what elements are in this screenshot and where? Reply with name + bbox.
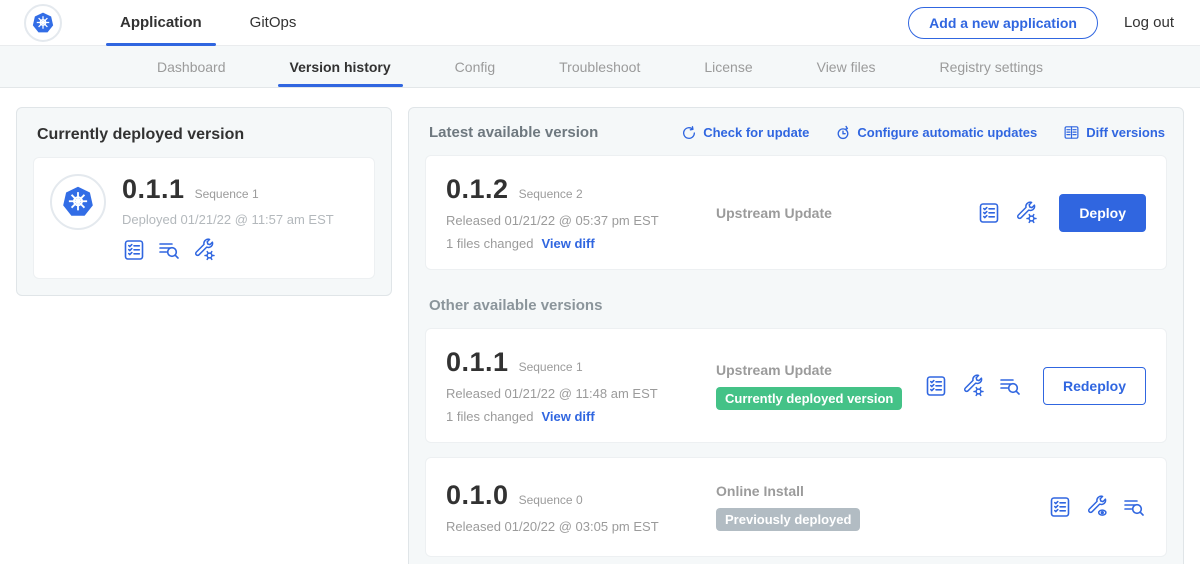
sequence-label: Sequence 0 — [519, 493, 583, 507]
currently-deployed-title: Currently deployed version — [33, 122, 375, 144]
add-application-button[interactable]: Add a new application — [908, 7, 1098, 39]
redeploy-button[interactable]: Redeploy — [1043, 367, 1146, 405]
view-diff-link[interactable]: View diff — [541, 409, 594, 424]
view-config-wrench-eye-icon[interactable] — [1085, 495, 1109, 519]
version-source: Upstream Update Currently deployed versi… — [708, 362, 924, 410]
preflight-checklist-icon[interactable] — [122, 238, 146, 262]
latest-version-title: Latest available version — [429, 124, 598, 141]
sequence-label: Sequence 2 — [519, 187, 583, 201]
kubernetes-wheel-icon — [59, 183, 97, 221]
config-wrench-gear-icon[interactable] — [1014, 201, 1038, 225]
version-card-0-1-1: 0.1.1 Sequence 1 Released 01/21/22 @ 11:… — [425, 328, 1167, 443]
deployed-timestamp: Deployed 01/21/22 @ 11:57 am EST — [122, 212, 334, 227]
version-history-panel: Latest available version Check for updat… — [408, 107, 1184, 564]
source-label: Upstream Update — [716, 205, 977, 221]
subnav-license-label: License — [704, 59, 752, 75]
subnav-version-history[interactable]: Version history — [284, 46, 397, 87]
version-actions: Redeploy — [924, 367, 1146, 405]
subnav-version-history-label: Version history — [290, 59, 391, 75]
configure-automatic-updates-link[interactable]: Configure automatic updates — [835, 125, 1037, 141]
version-info: 0.1.1 Sequence 1 Released 01/21/22 @ 11:… — [446, 347, 708, 424]
subnav-dashboard[interactable]: Dashboard — [151, 46, 232, 87]
tab-application-label: Application — [120, 14, 202, 31]
preflight-checklist-icon[interactable] — [977, 201, 1001, 225]
subnav-dashboard-label: Dashboard — [157, 59, 226, 75]
deploy-logs-icon[interactable] — [1122, 495, 1146, 519]
released-timestamp: Released 01/21/22 @ 11:48 am EST — [446, 386, 708, 401]
main-content: Currently deployed version — [0, 88, 1200, 564]
version-info: 0.1.0 Sequence 0 Released 01/20/22 @ 03:… — [446, 480, 708, 534]
page: Application GitOps Add a new application… — [0, 0, 1200, 564]
config-wrench-gear-icon[interactable] — [961, 374, 985, 398]
diff-versions-label: Diff versions — [1086, 125, 1165, 140]
files-changed-label: 1 files changed — [446, 236, 533, 251]
deploy-logs-icon[interactable] — [157, 238, 181, 262]
deployed-version-number: 0.1.1 — [122, 174, 185, 205]
subnav-config[interactable]: Config — [449, 46, 501, 87]
version-actions — [1048, 495, 1146, 519]
app-header: Application GitOps Add a new application… — [0, 0, 1200, 46]
preflight-checklist-icon[interactable] — [924, 374, 948, 398]
version-source: Online Install Previously deployed — [708, 483, 1048, 531]
subnav-view-files-label: View files — [817, 59, 876, 75]
sequence-label: Sequence 1 — [519, 360, 583, 374]
tab-gitops[interactable]: GitOps — [238, 0, 309, 46]
tab-gitops-label: GitOps — [250, 14, 297, 31]
app-logo — [50, 174, 106, 230]
subnav-license[interactable]: License — [698, 46, 758, 87]
subnav-registry-settings[interactable]: Registry settings — [934, 46, 1049, 87]
app-subnav: Dashboard Version history Config Trouble… — [0, 46, 1200, 88]
view-diff-link[interactable]: View diff — [541, 236, 594, 251]
version-info: 0.1.2 Sequence 2 Released 01/21/22 @ 05:… — [446, 174, 708, 251]
logout-button[interactable]: Log out — [1124, 14, 1174, 31]
source-label: Upstream Update — [716, 362, 924, 378]
version-number: 0.1.1 — [446, 347, 509, 378]
check-for-update-label: Check for update — [703, 125, 809, 140]
deployed-sequence-label: Sequence 1 — [195, 187, 259, 201]
deployed-version-info: 0.1.1 Sequence 1 Deployed 01/21/22 @ 11:… — [122, 174, 334, 262]
tab-application[interactable]: Application — [108, 0, 214, 46]
preflight-checklist-icon[interactable] — [1048, 495, 1072, 519]
header-tabs: Application GitOps — [96, 0, 320, 46]
version-actions: Deploy — [977, 194, 1146, 232]
latest-version-header: Latest available version Check for updat… — [425, 122, 1167, 141]
version-number: 0.1.0 — [446, 480, 509, 511]
refresh-icon — [681, 125, 697, 141]
deploy-logs-icon[interactable] — [998, 374, 1022, 398]
version-number: 0.1.2 — [446, 174, 509, 205]
version-source: Upstream Update — [708, 205, 977, 221]
version-card-0-1-0: 0.1.0 Sequence 0 Released 01/20/22 @ 03:… — [425, 457, 1167, 557]
deployed-action-icons — [122, 238, 334, 262]
diff-icon — [1063, 124, 1080, 141]
deploy-button[interactable]: Deploy — [1059, 194, 1146, 232]
deployed-version-tile: 0.1.1 Sequence 1 Deployed 01/21/22 @ 11:… — [33, 157, 375, 279]
subnav-troubleshoot-label: Troubleshoot — [559, 59, 640, 75]
schedule-icon — [835, 125, 851, 141]
subnav-view-files[interactable]: View files — [811, 46, 882, 87]
other-versions-title: Other available versions — [429, 297, 1163, 314]
files-changed-label: 1 files changed — [446, 409, 533, 424]
currently-deployed-badge: Currently deployed version — [716, 387, 902, 410]
source-label: Online Install — [716, 483, 1048, 499]
config-wrench-gear-icon[interactable] — [192, 238, 216, 262]
previously-deployed-badge: Previously deployed — [716, 508, 860, 531]
subnav-registry-settings-label: Registry settings — [940, 59, 1043, 75]
released-timestamp: Released 01/20/22 @ 03:05 pm EST — [446, 519, 708, 534]
subnav-config-label: Config — [455, 59, 495, 75]
version-card-0-1-2: 0.1.2 Sequence 2 Released 01/21/22 @ 05:… — [425, 155, 1167, 270]
check-for-update-link[interactable]: Check for update — [681, 125, 809, 141]
configure-automatic-updates-label: Configure automatic updates — [857, 125, 1037, 140]
kubernetes-logo — [24, 4, 62, 42]
kubernetes-wheel-icon — [30, 10, 56, 36]
update-actions: Check for update Configure automatic upd… — [681, 124, 1165, 141]
subnav-troubleshoot[interactable]: Troubleshoot — [553, 46, 646, 87]
diff-versions-link[interactable]: Diff versions — [1063, 124, 1165, 141]
released-timestamp: Released 01/21/22 @ 05:37 pm EST — [446, 213, 708, 228]
currently-deployed-card: Currently deployed version — [16, 107, 392, 296]
